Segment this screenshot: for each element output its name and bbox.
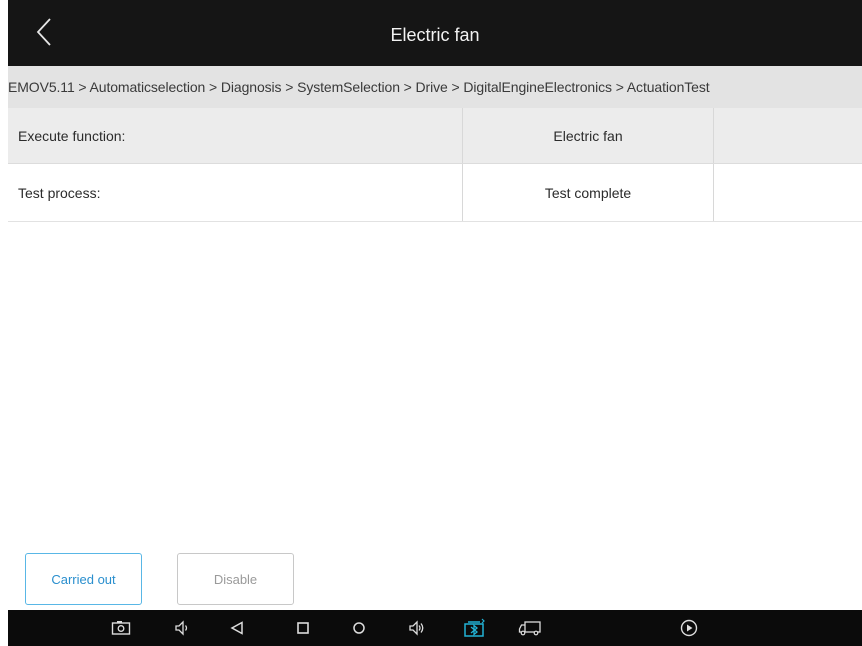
page-title: Electric fan [390,25,480,45]
home-icon[interactable] [288,610,318,646]
chevron-left-icon [36,18,51,46]
row-label: Execute function: [8,108,463,163]
title-bar: Electric fan [8,0,862,66]
carried-out-button[interactable]: Carried out [25,553,142,605]
play-icon[interactable] [674,610,704,646]
row-label: Test process: [8,164,463,221]
vci-bluetooth-icon[interactable] [458,610,492,646]
volume-down-icon[interactable] [167,610,197,646]
table-row: Execute function: Electric fan [8,108,862,164]
row-extra [714,164,862,221]
volume-up-icon[interactable] [402,610,432,646]
circle-icon[interactable] [344,610,374,646]
disable-button[interactable]: Disable [177,553,294,605]
table-row: Test process: Test complete [8,164,862,222]
row-value: Test complete [463,164,714,221]
back-icon[interactable] [222,610,252,646]
row-extra [714,108,862,163]
row-value: Electric fan [463,108,714,163]
breadcrumb: EMOV5.11 > Automaticselection > Diagnosi… [8,66,862,108]
screenshot-icon[interactable] [106,610,136,646]
back-button[interactable] [24,12,64,52]
system-nav-bar [8,610,862,646]
data-table: Execute function: Electric fan Test proc… [8,108,862,222]
truck-icon[interactable] [513,610,547,646]
